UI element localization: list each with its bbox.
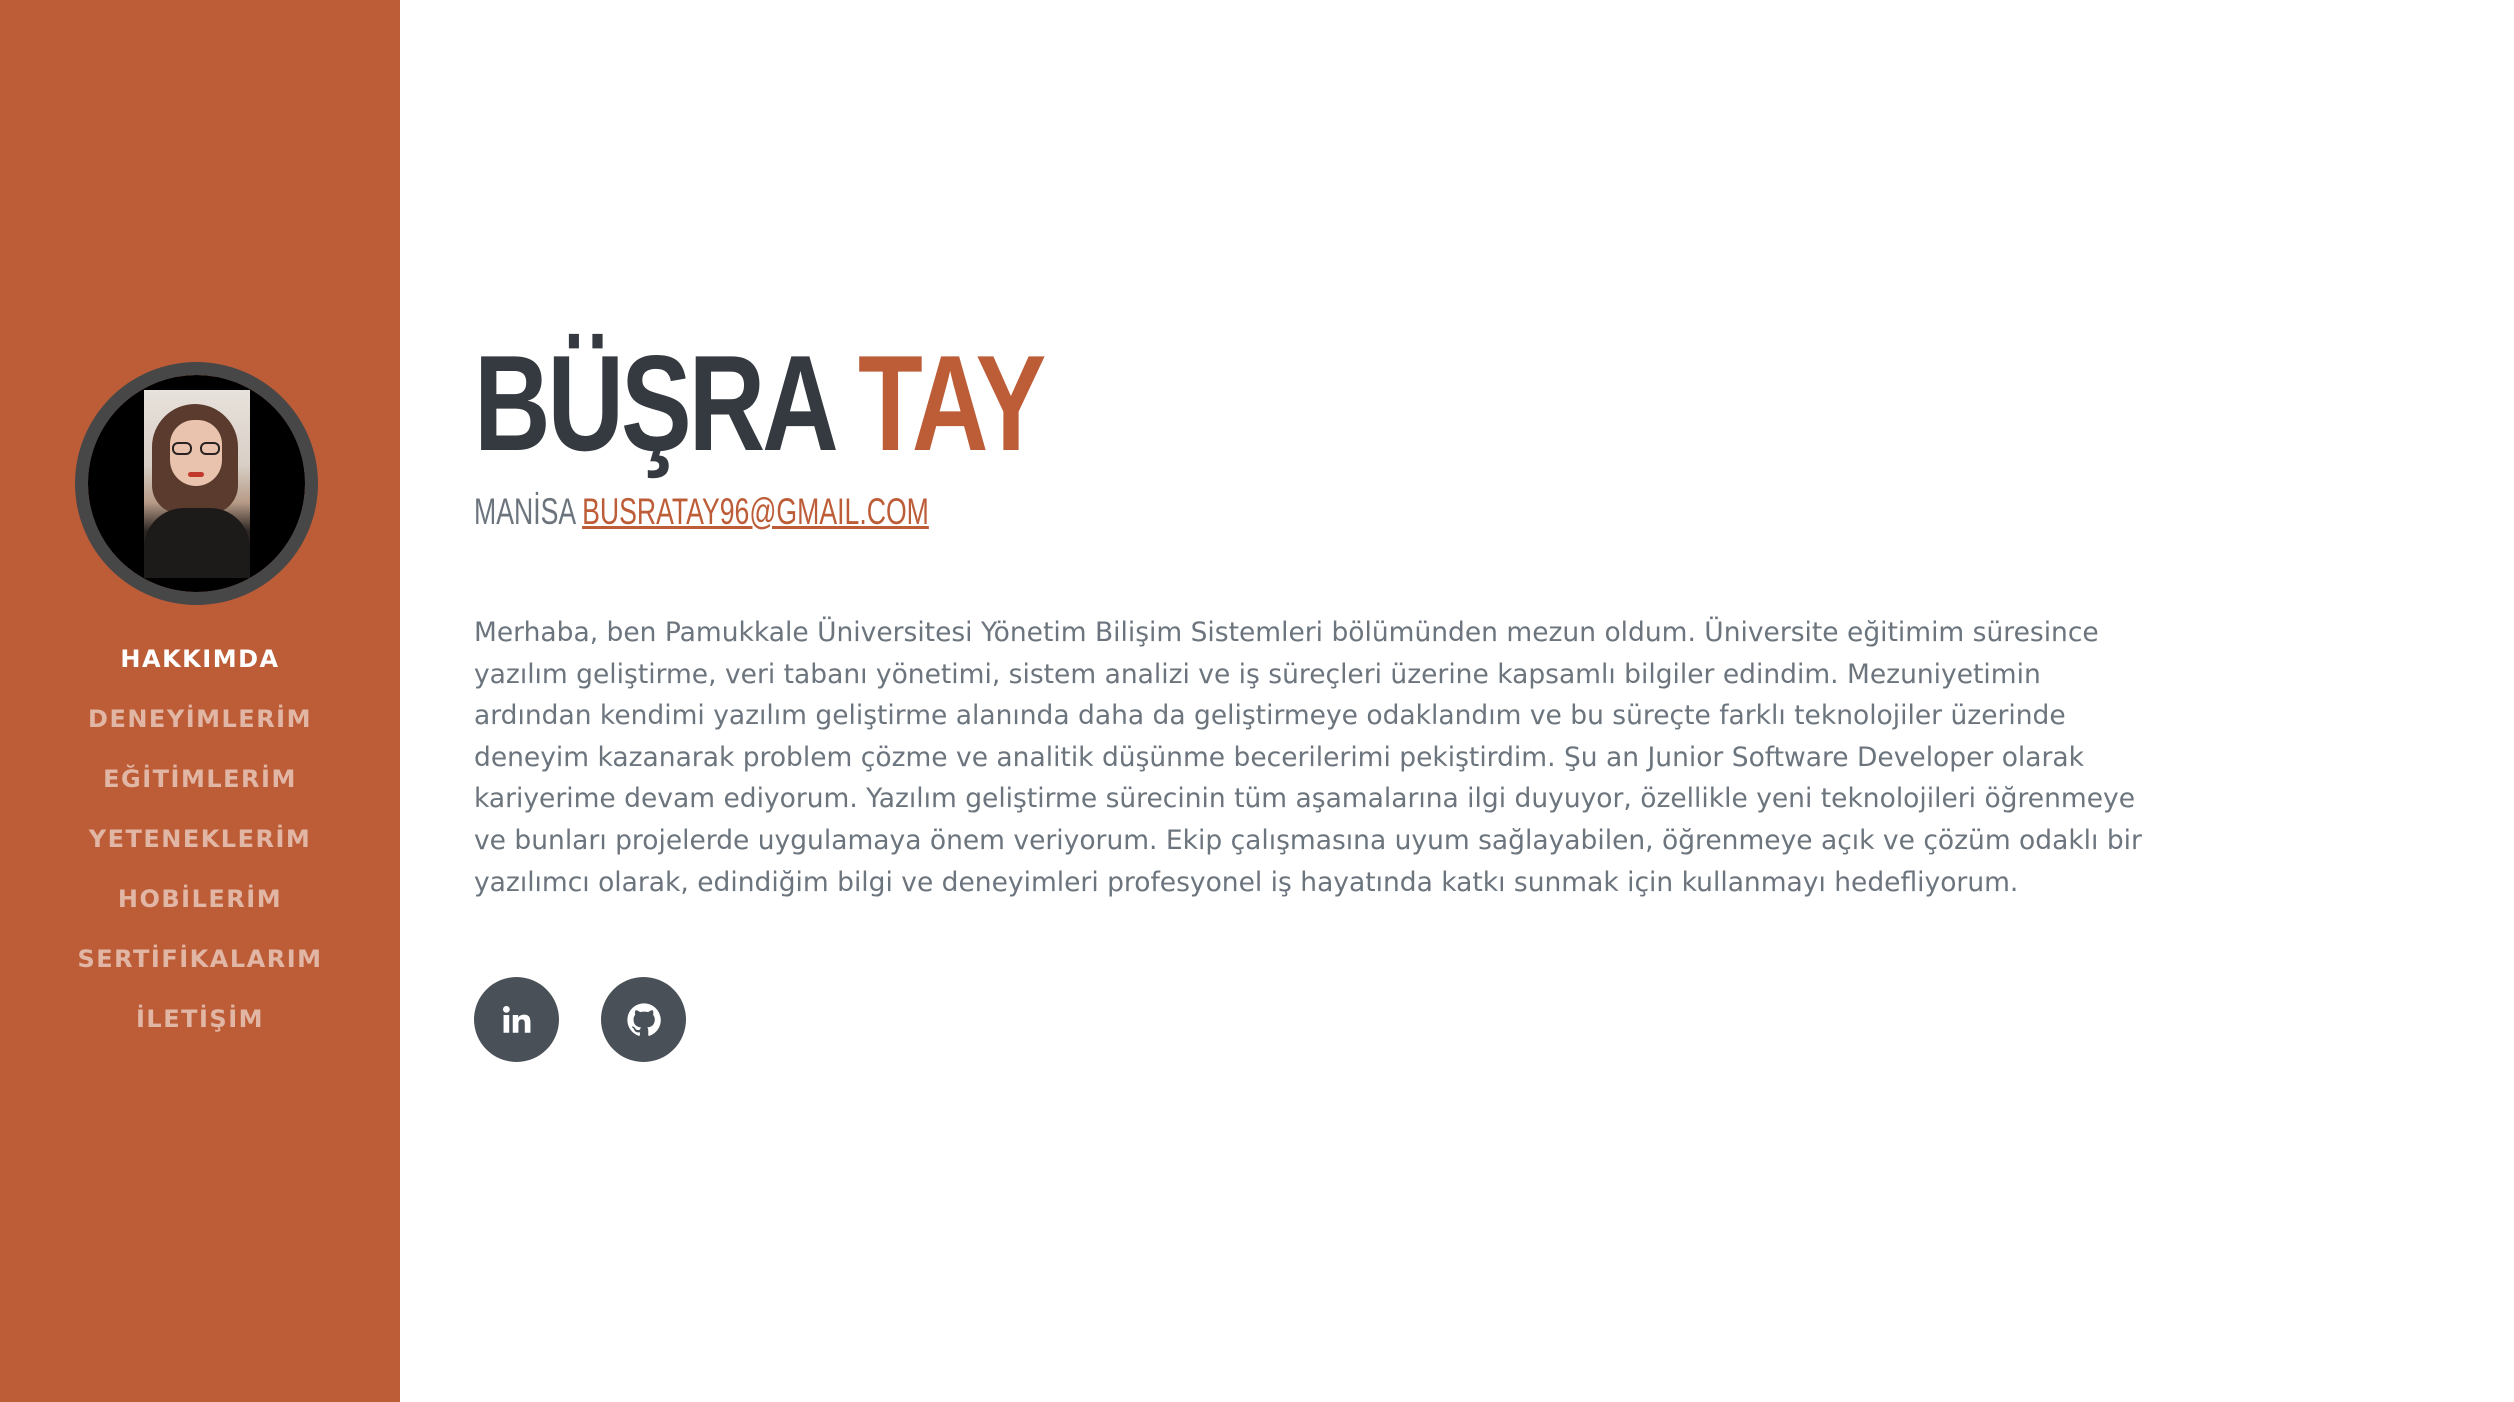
location-text: MANİSA (474, 491, 575, 532)
profile-photo (143, 389, 250, 578)
nav-link-deneyimlerim[interactable]: DENEYİMLERİM (88, 705, 312, 733)
email-link[interactable]: BUSRATAY96@GMAIL.COM (582, 491, 929, 532)
nav-item-sertifikalarim: SERTİFİKALARIM (0, 937, 400, 997)
linkedin-icon (500, 1003, 534, 1037)
profile-avatar (75, 362, 318, 605)
github-button[interactable] (601, 977, 686, 1062)
sidebar: HAKKIMDA DENEYİMLERİM EĞİTİMLERİM YETENE… (0, 0, 400, 1402)
nav-item-iletisim: İLETİŞİM (0, 997, 400, 1057)
nav-item-yeteneklerim: YETENEKLERİM (0, 817, 400, 877)
sidebar-nav: HAKKIMDA DENEYİMLERİM EĞİTİMLERİM YETENE… (0, 637, 400, 1057)
nav-link-iletisim[interactable]: İLETİŞİM (136, 1005, 264, 1033)
social-icons (474, 977, 686, 1062)
about-text: Merhaba, ben Pamukkale Üniversitesi Yöne… (474, 617, 2142, 898)
contact-subheading: MANİSA BUSRATAY96@GMAIL.COM (474, 491, 929, 533)
nav-link-hobilerim[interactable]: HOBİLERİM (118, 885, 282, 913)
nav-link-egitimlerim[interactable]: EĞİTİMLERİM (103, 765, 297, 793)
page-title: BÜŞRA TAY (474, 335, 1046, 471)
nav-link-hakkimda[interactable]: HAKKIMDA (120, 645, 279, 673)
nav-link-sertifikalarim[interactable]: SERTİFİKALARIM (77, 945, 322, 973)
first-name: BÜŞRA (474, 327, 835, 479)
nav-item-hobilerim: HOBİLERİM (0, 877, 400, 937)
last-name: TAY (858, 327, 1046, 479)
nav-item-egitimlerim: EĞİTİMLERİM (0, 757, 400, 817)
nav-item-deneyimlerim: DENEYİMLERİM (0, 697, 400, 757)
linkedin-button[interactable] (474, 977, 559, 1062)
nav-link-yeteneklerim[interactable]: YETENEKLERİM (89, 825, 312, 853)
nav-item-hakkimda: HAKKIMDA (0, 637, 400, 697)
github-icon (625, 1001, 663, 1039)
